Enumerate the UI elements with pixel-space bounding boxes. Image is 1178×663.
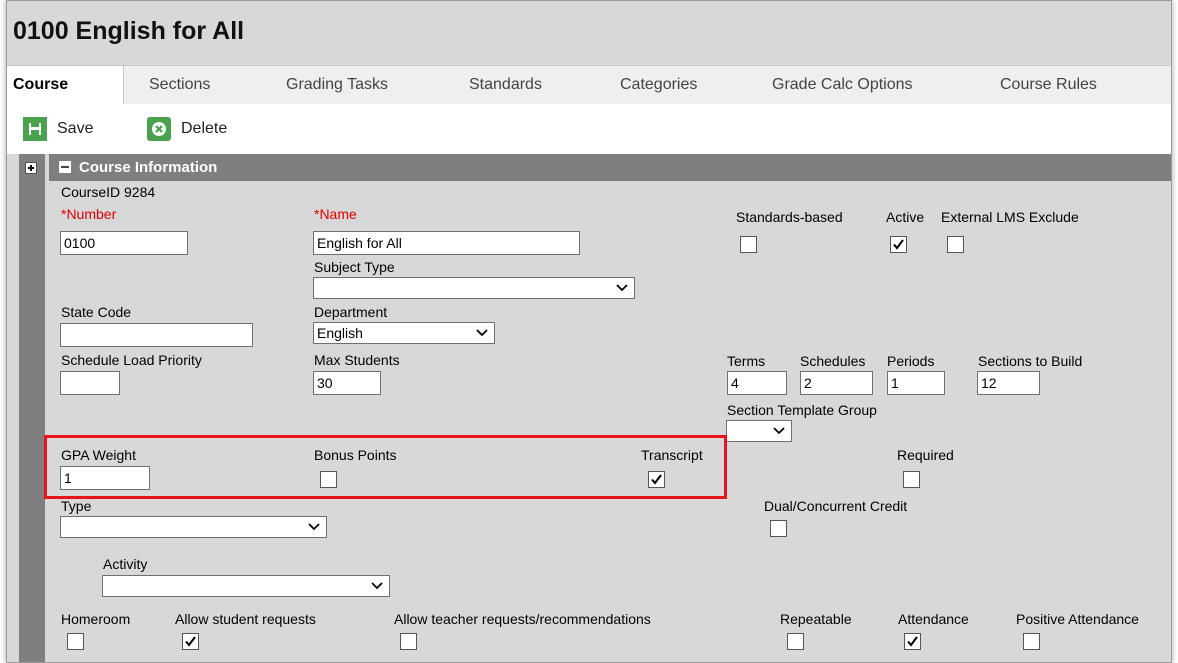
toolbar: Save Delete	[7, 104, 1171, 154]
schedule-load-priority-input[interactable]	[60, 371, 120, 395]
external-lms-exclude-checkbox[interactable]	[947, 236, 964, 253]
dual-concurrent-credit-label: Dual/Concurrent Credit	[764, 498, 908, 514]
repeatable-checkbox[interactable]	[787, 633, 804, 650]
tab-grade-calc-options[interactable]: Grade Calc Options	[772, 66, 913, 104]
department-label: Department	[314, 304, 388, 320]
schedules-label: Schedules	[800, 353, 866, 369]
allow-student-requests-label: Allow student requests	[175, 611, 316, 627]
side-panel	[19, 154, 45, 662]
terms-input[interactable]: 4	[727, 371, 787, 395]
standards-based-checkbox[interactable]	[740, 236, 757, 253]
chevron-down-icon	[476, 329, 488, 337]
expand-icon[interactable]	[25, 162, 37, 174]
section-template-group-label: Section Template Group	[727, 402, 877, 418]
sections-to-build-label: Sections to Build	[978, 353, 1083, 369]
required-checkbox[interactable]	[903, 471, 920, 488]
subject-type-label: Subject Type	[314, 259, 395, 275]
chevron-down-icon	[773, 427, 785, 435]
tab-standards[interactable]: Standards	[469, 66, 542, 104]
activity-label: Activity	[103, 556, 148, 572]
active-label: Active	[886, 209, 925, 225]
type-label: Type	[61, 498, 92, 514]
allow-student-requests-checkbox[interactable]	[182, 633, 199, 650]
allow-teacher-requests-checkbox[interactable]	[400, 633, 417, 650]
delete-button[interactable]: Delete	[147, 116, 227, 142]
chevron-down-icon	[616, 284, 628, 292]
dual-concurrent-credit-checkbox[interactable]	[770, 520, 787, 537]
type-select[interactable]	[60, 516, 327, 538]
checkmark-icon	[907, 636, 918, 647]
homeroom-checkbox[interactable]	[67, 633, 84, 650]
state-code-label: State Code	[61, 304, 132, 320]
tab-course-rules[interactable]: Course Rules	[1000, 66, 1097, 104]
tab-sections[interactable]: Sections	[149, 66, 210, 104]
activity-select[interactable]	[102, 575, 390, 597]
terms-label: Terms	[727, 353, 766, 369]
schedules-input[interactable]: 2	[800, 371, 873, 395]
save-label: Save	[57, 120, 94, 137]
collapse-icon[interactable]	[59, 161, 71, 173]
positive-attendance-label: Positive Attendance	[1016, 611, 1139, 627]
tab-bar: Course Sections Grading Tasks Standards …	[7, 65, 1171, 105]
name-input[interactable]: English for All	[313, 231, 580, 255]
chevron-down-icon	[308, 523, 320, 531]
tab-categories[interactable]: Categories	[620, 66, 697, 104]
positive-attendance-checkbox[interactable]	[1023, 633, 1040, 650]
repeatable-label: Repeatable	[780, 611, 852, 627]
subject-type-select[interactable]	[313, 277, 635, 299]
course-id-label: CourseID 9284	[61, 184, 156, 200]
periods-label: Periods	[887, 353, 935, 369]
checkmark-icon	[185, 636, 196, 647]
state-code-input[interactable]	[60, 323, 253, 347]
section-header-label: Course Information	[79, 159, 218, 176]
max-students-label: Max Students	[314, 352, 400, 368]
chevron-down-icon	[371, 582, 383, 590]
section-header-course-information[interactable]: Course Information	[49, 154, 1171, 181]
periods-input[interactable]: 1	[887, 371, 945, 395]
save-button[interactable]: Save	[23, 116, 93, 142]
department-value: English	[317, 325, 363, 341]
number-label: *Number	[61, 206, 117, 222]
tab-course[interactable]: Course	[7, 66, 124, 105]
save-icon	[23, 117, 47, 141]
name-label: *Name	[314, 206, 357, 222]
number-input[interactable]: 0100	[60, 231, 188, 255]
attendance-checkbox[interactable]	[904, 633, 921, 650]
delete-icon	[147, 117, 171, 141]
standards-based-label: Standards-based	[736, 209, 843, 225]
sections-to-build-input[interactable]: 12	[977, 371, 1040, 395]
max-students-input[interactable]: 30	[313, 371, 381, 395]
highlight-box	[44, 435, 727, 499]
checkmark-icon	[893, 239, 904, 250]
department-select[interactable]: English	[313, 322, 495, 344]
required-label: Required	[897, 447, 954, 463]
homeroom-label: Homeroom	[61, 611, 131, 627]
page-title: 0100 English for All	[13, 17, 245, 45]
schedule-load-priority-label: Schedule Load Priority	[61, 352, 202, 368]
active-checkbox[interactable]	[890, 236, 907, 253]
section-template-group-select[interactable]	[726, 420, 792, 442]
course-editor-window: 0100 English for All Course Sections Gra…	[6, 0, 1172, 663]
tab-grading-tasks[interactable]: Grading Tasks	[286, 66, 388, 104]
external-lms-exclude-label: External LMS Exclude	[941, 209, 1079, 225]
attendance-label: Attendance	[898, 611, 969, 627]
delete-label: Delete	[181, 120, 228, 137]
allow-teacher-requests-label: Allow teacher requests/recommendations	[394, 611, 651, 627]
